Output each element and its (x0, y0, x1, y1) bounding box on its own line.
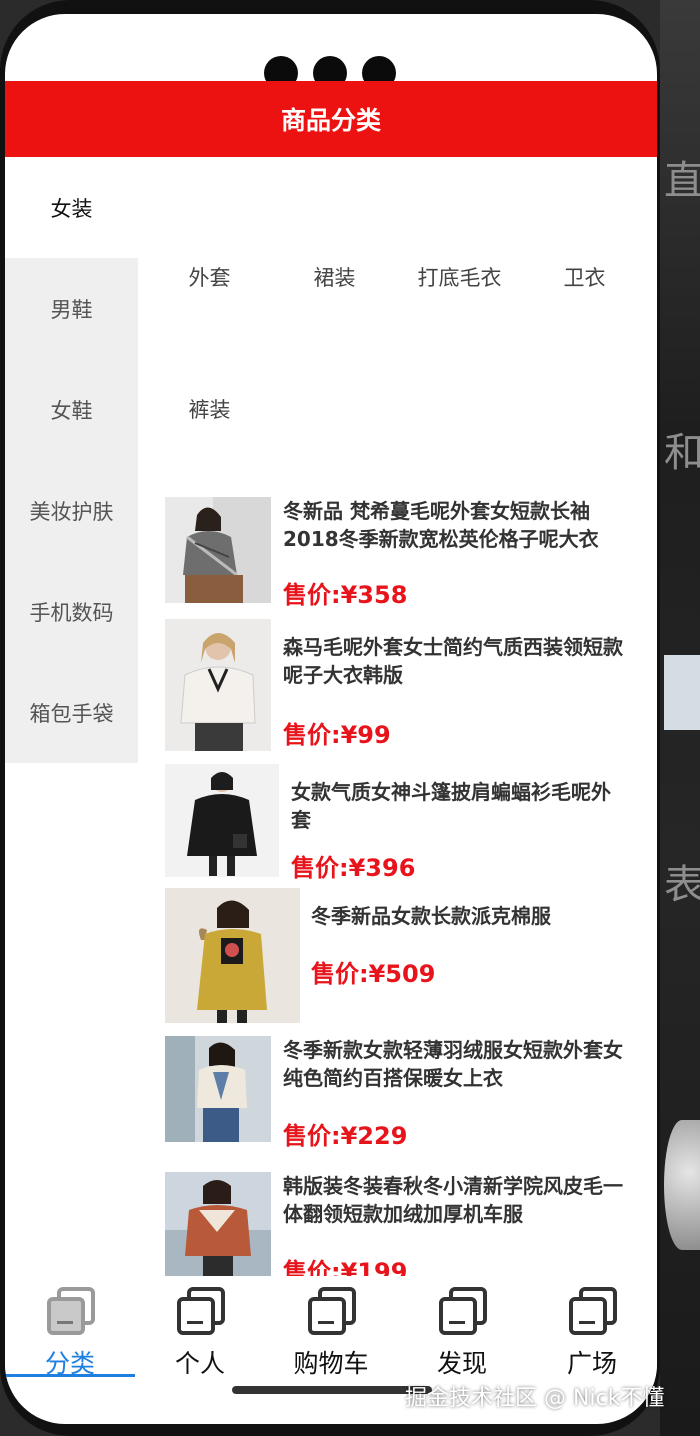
product-title: 森马毛呢外套女士简约气质西装领短款呢子大衣韩版 (283, 635, 623, 687)
app-screen: 商品分类 女装 男鞋 女鞋 美妆护肤 手机数码 箱包手袋 外套 裙装 打底毛衣 … (5, 14, 657, 1424)
product-price: 售价:¥509 (311, 960, 436, 988)
background-glyph: 和 (664, 430, 700, 476)
sidebar-item-womens-clothing[interactable]: 女装 (5, 157, 138, 258)
watermark: 掘金技术社区 @ Nick不懂 (405, 1386, 665, 1411)
home-indicator[interactable] (232, 1386, 432, 1394)
tab-label: 购物车 (293, 1349, 369, 1378)
sidebar-item-digital[interactable]: 手机数码 (5, 561, 138, 662)
bottom-tab-bar: 分类 个人 购物车 发现 广场 (5, 1276, 657, 1386)
tab-square[interactable]: 广场 (527, 1276, 657, 1378)
page-title: 商品分类 (5, 81, 657, 157)
product-image (165, 1172, 271, 1276)
product-item[interactable]: 冬季新品女款长款派克棉服 售价:¥509 (165, 888, 630, 1024)
tab-page-icon (569, 1287, 617, 1335)
sidebar-item-beauty[interactable]: 美妆护肤 (5, 460, 138, 561)
tab-label: 个人 (174, 1349, 225, 1378)
tab-label: 广场 (566, 1349, 617, 1378)
active-tab-indicator (5, 1374, 135, 1377)
product-title: 冬季新品女款长款派克棉服 (311, 904, 551, 928)
product-image (165, 888, 300, 1023)
sidebar-item-mens-shoes[interactable]: 男鞋 (5, 258, 138, 359)
product-title: 女款气质女神斗篷披肩蝙蝠衫毛呢外套 (291, 780, 611, 832)
subcategory-hoodie[interactable]: 卫衣 (522, 262, 647, 292)
subcategory-pants[interactable]: 裤装 (147, 394, 272, 424)
product-title: 韩版装冬装春秋冬小清新学院风皮毛一体翻领短款加绒加厚机车服 (283, 1174, 623, 1226)
product-item[interactable]: 女款气质女神斗篷披肩蝙蝠衫毛呢外套 售价:¥396 (165, 764, 630, 882)
tab-page-icon (47, 1287, 95, 1335)
product-image (165, 764, 279, 877)
tab-page-icon (439, 1287, 487, 1335)
product-price: 售价:¥358 (283, 581, 408, 609)
sidebar-item-bags[interactable]: 箱包手袋 (5, 662, 138, 763)
product-item[interactable]: 韩版装冬装春秋冬小清新学院风皮毛一体翻领短款加绒加厚机车服 售价:¥199 (165, 1172, 630, 1286)
product-image (165, 1036, 271, 1142)
subcategory-coat[interactable]: 外套 (147, 262, 272, 292)
phone-frame: 商品分类 女装 男鞋 女鞋 美妆护肤 手机数码 箱包手袋 外套 裙装 打底毛衣 … (0, 0, 660, 1436)
category-sidebar: 女装 男鞋 女鞋 美妆护肤 手机数码 箱包手袋 (5, 157, 138, 763)
tab-label: 发现 (436, 1349, 487, 1378)
subcategory-dress[interactable]: 裙装 (272, 262, 397, 292)
tab-page-icon (308, 1287, 356, 1335)
product-item[interactable]: 森马毛呢外套女士简约气质西装领短款呢子大衣韩版 售价:¥99 (165, 619, 630, 753)
product-price: 售价:¥396 (291, 854, 416, 882)
background-panel (664, 655, 700, 730)
product-item[interactable]: 冬新品 梵希蔓毛呢外套女短款长袖2018冬季新款宽松英伦格子呢大衣 售价:¥35… (165, 497, 630, 609)
background-glyph: 直 (664, 158, 700, 204)
product-image (165, 497, 271, 603)
tab-discover[interactable]: 发现 (397, 1276, 527, 1378)
tab-personal[interactable]: 个人 (135, 1276, 265, 1378)
product-image (165, 619, 271, 751)
product-item[interactable]: 冬季新款女款轻薄羽绒服女短款外套女纯色简约百搭保暖女上衣 售价:¥229 (165, 1036, 630, 1150)
product-price: 售价:¥229 (283, 1122, 408, 1150)
background-glyph: 表 (664, 862, 700, 908)
tab-page-icon (177, 1287, 225, 1335)
sidebar-item-womens-shoes[interactable]: 女鞋 (5, 359, 138, 460)
subcategory-sweater[interactable]: 打底毛衣 (397, 262, 522, 292)
product-title: 冬新品 梵希蔓毛呢外套女短款长袖2018冬季新款宽松英伦格子呢大衣 (283, 499, 599, 551)
tab-category[interactable]: 分类 (5, 1276, 135, 1378)
product-price: 售价:¥99 (283, 721, 391, 749)
product-title: 冬季新款女款轻薄羽绒服女短款外套女纯色简约百搭保暖女上衣 (283, 1038, 623, 1090)
background-image (664, 1120, 700, 1250)
tab-cart[interactable]: 购物车 (266, 1276, 396, 1378)
